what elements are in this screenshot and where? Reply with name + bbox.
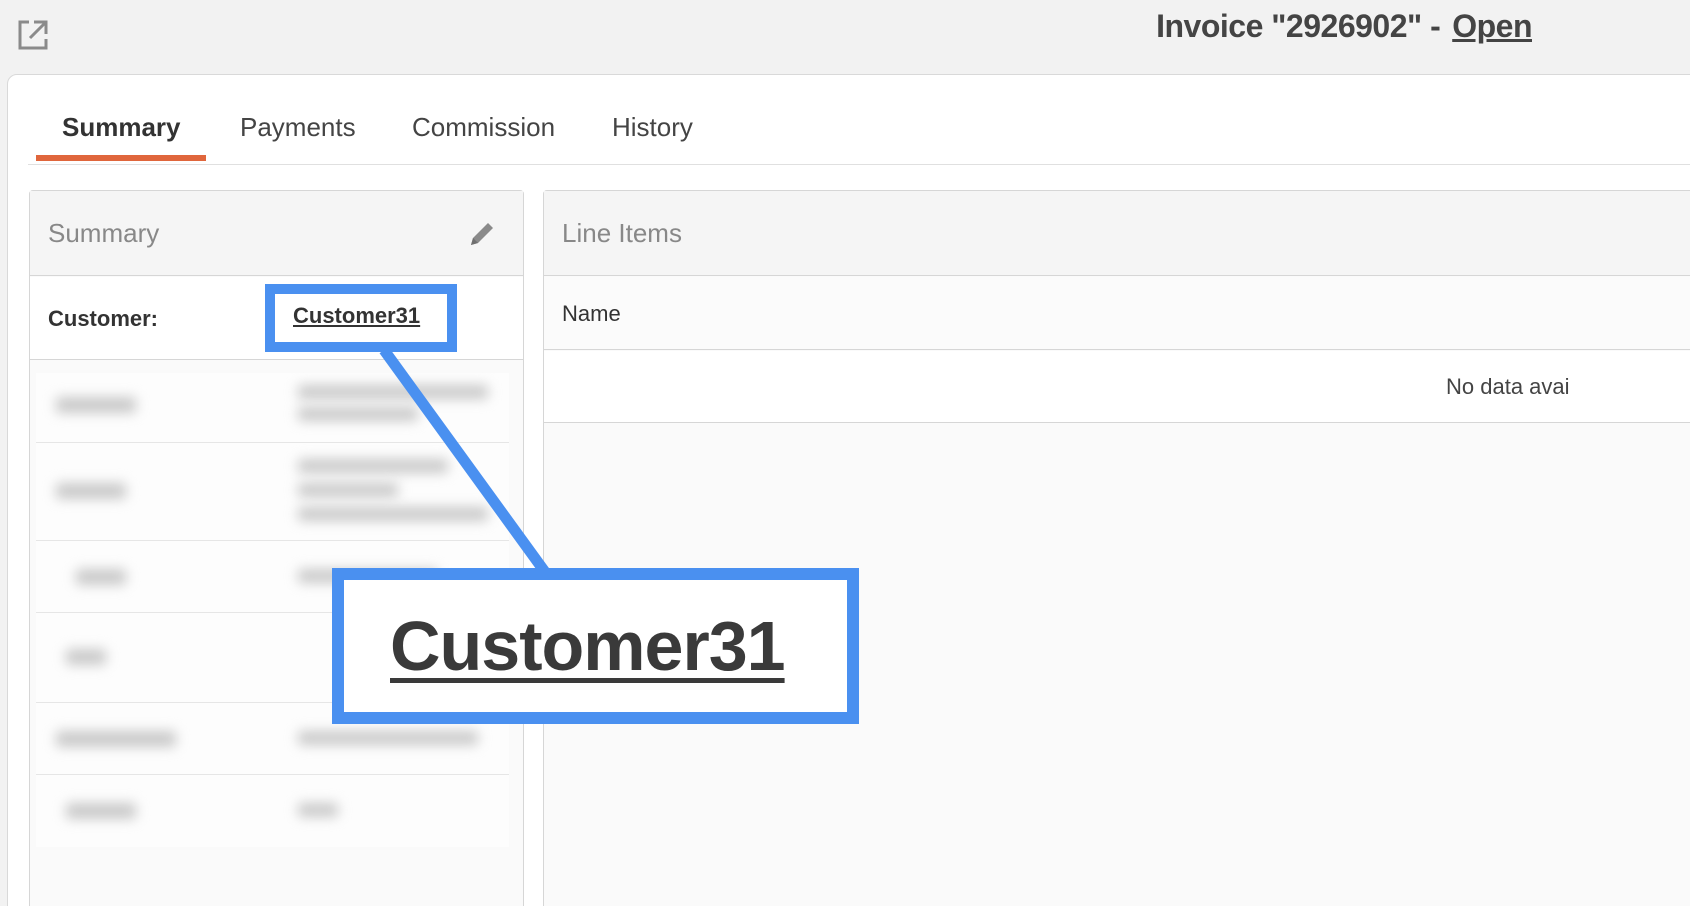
tab-history[interactable]: History xyxy=(612,82,693,164)
redacted-row xyxy=(36,373,509,443)
summary-panel-header: Summary xyxy=(30,191,523,276)
redacted-row xyxy=(36,775,509,847)
tab-payments[interactable]: Payments xyxy=(240,82,356,164)
zoom-callout-text: Customer31 xyxy=(390,607,786,685)
tab-bar: Summary Payments Commission History xyxy=(28,82,1690,165)
column-header-name[interactable]: Name xyxy=(562,277,621,350)
line-items-panel: Line Items Name No data avai xyxy=(543,190,1690,906)
tab-summary[interactable]: Summary xyxy=(62,82,181,164)
zoom-callout: Customer31 xyxy=(332,568,859,724)
pencil-icon[interactable] xyxy=(467,219,497,249)
external-link-icon[interactable] xyxy=(16,18,50,52)
invoice-status-link[interactable]: Open xyxy=(1452,8,1532,44)
empty-state-text: No data avai xyxy=(1446,374,1570,399)
redacted-row xyxy=(36,443,509,541)
invoice-title: Invoice "2926902" - Open xyxy=(1156,8,1532,45)
app-window: Invoice "2926902" - Open Summary Payments… xyxy=(0,0,1690,906)
line-items-table-header: Name xyxy=(544,277,1690,350)
line-items-panel-title: Line Items xyxy=(562,218,682,248)
summary-panel-title: Summary xyxy=(48,218,160,248)
active-tab-indicator xyxy=(36,155,206,161)
line-items-empty-row: No data avai xyxy=(544,351,1690,423)
highlight-box xyxy=(265,284,457,352)
invoice-label: Invoice "2926902" - xyxy=(1156,8,1441,44)
customer-label: Customer: xyxy=(48,306,159,331)
line-items-panel-header: Line Items xyxy=(544,191,1690,276)
tab-commission[interactable]: Commission xyxy=(412,82,555,164)
